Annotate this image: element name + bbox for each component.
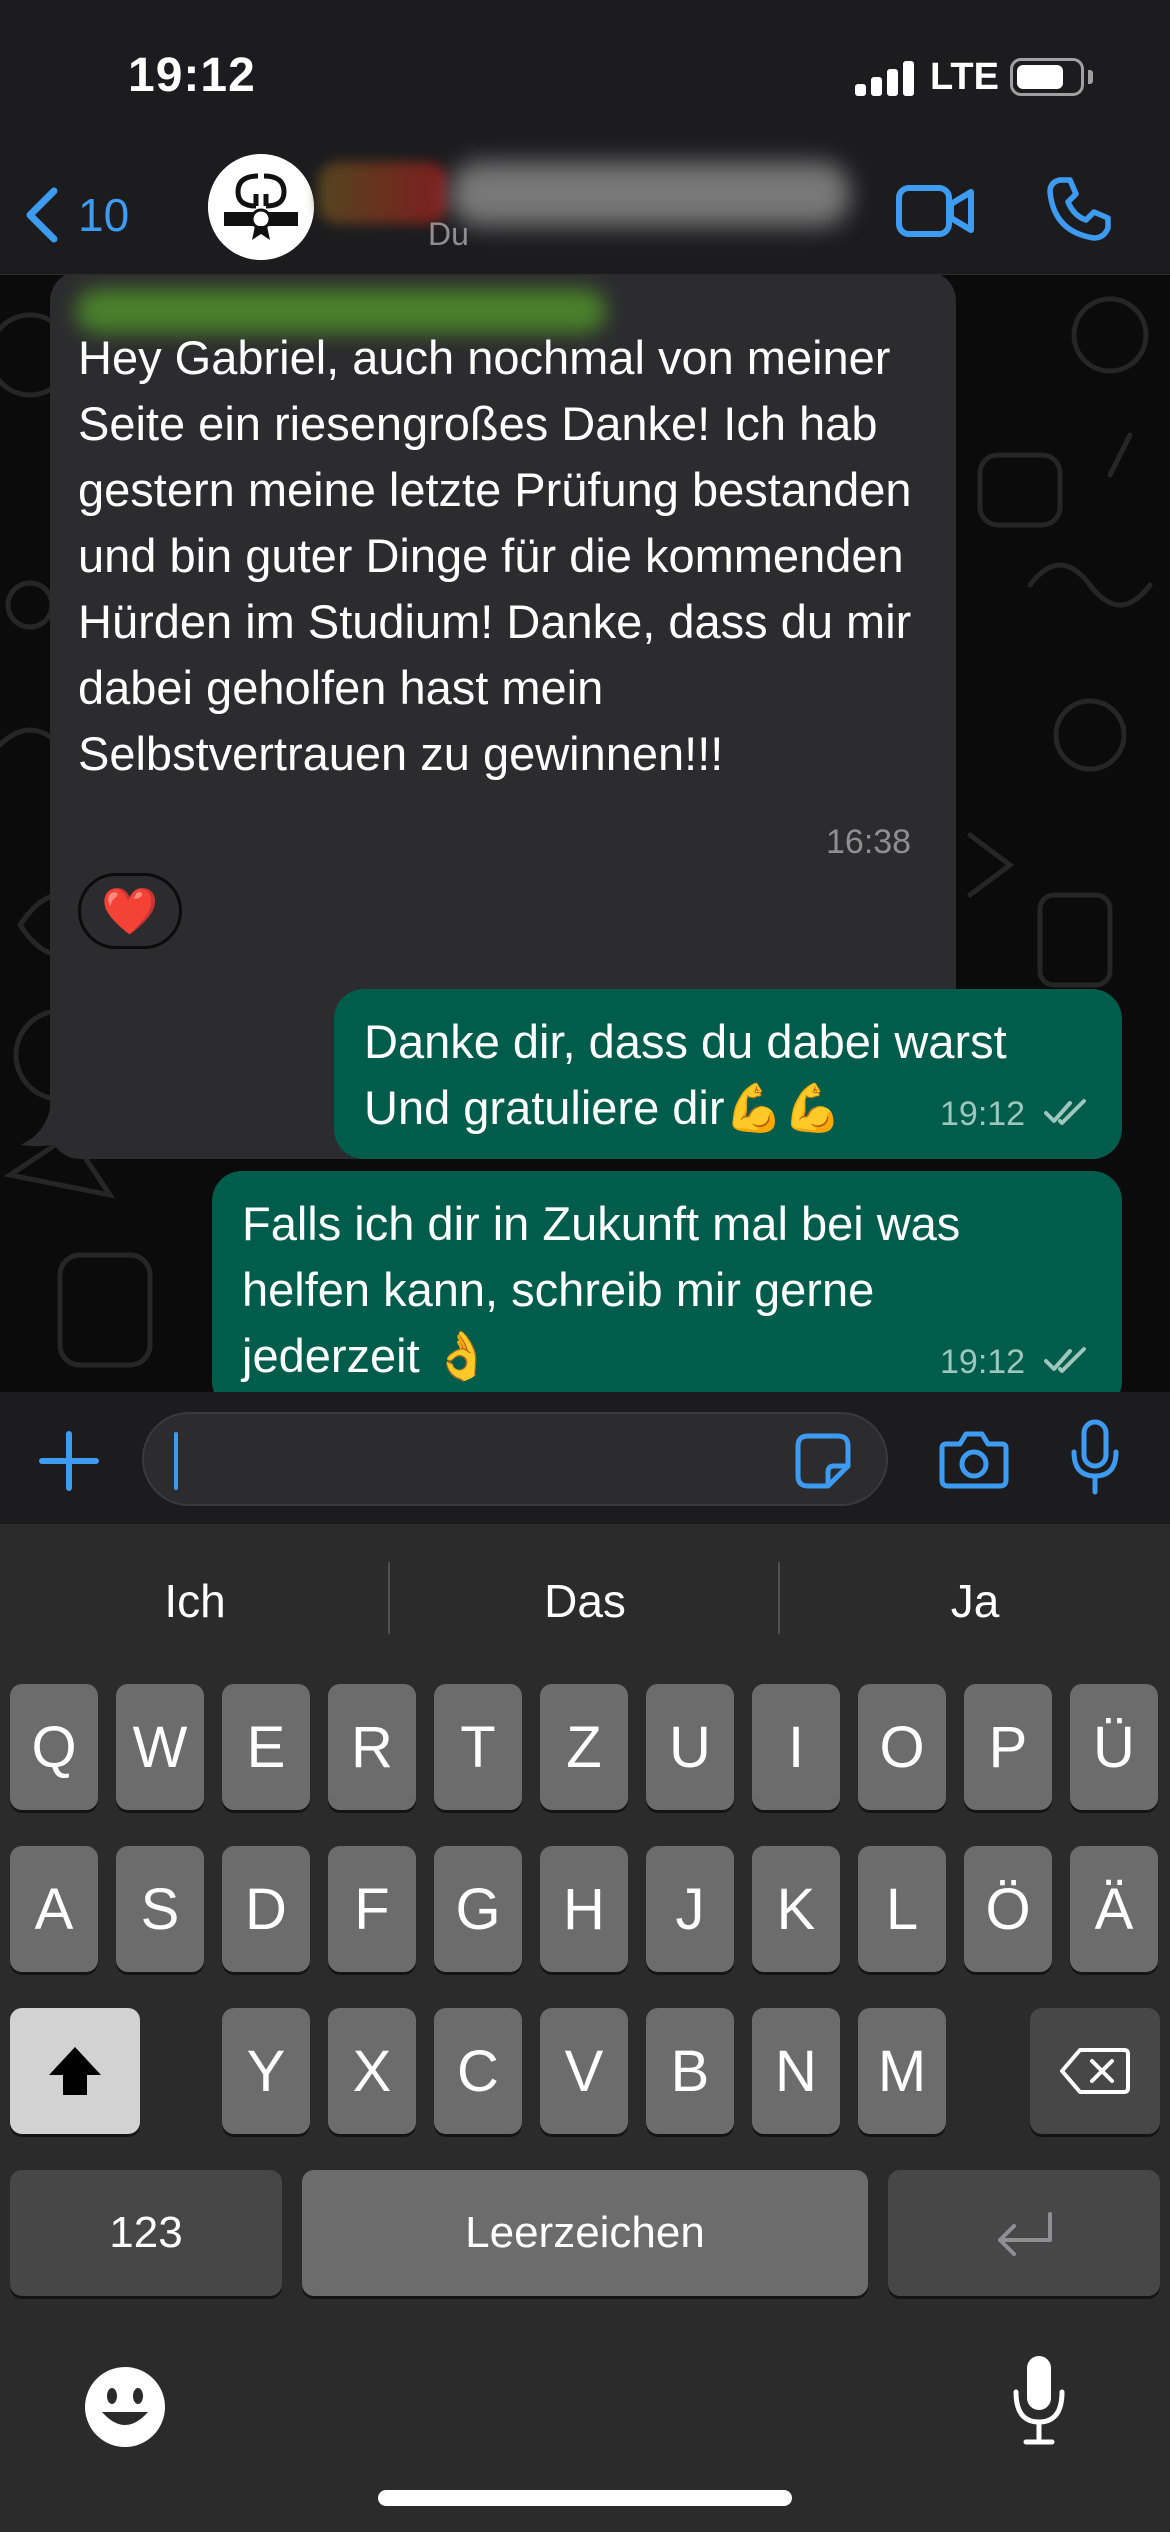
key[interactable]: P [964, 1684, 1052, 1810]
double-check-icon [1044, 1347, 1086, 1373]
redacted-emoji [318, 162, 448, 224]
outgoing-message-line: Und gratuliere dir💪💪 [364, 1081, 842, 1134]
backspace-icon [1060, 2048, 1130, 2094]
key[interactable]: Ü [1070, 1684, 1158, 1810]
key[interactable]: H [540, 1846, 628, 1972]
dictation-icon[interactable] [1010, 2352, 1068, 2448]
numbers-key[interactable]: 123 [10, 2170, 282, 2296]
key[interactable]: K [752, 1846, 840, 1972]
text-caret [174, 1432, 178, 1490]
plus-icon[interactable] [38, 1430, 100, 1492]
suggestion-item[interactable]: Das [390, 1574, 780, 1628]
shift-key[interactable] [10, 2008, 140, 2134]
outgoing-message-time: 19:12 [940, 1343, 1026, 1381]
emoji-icon[interactable] [82, 2364, 168, 2450]
key[interactable]: X [328, 2008, 416, 2134]
camera-icon[interactable] [938, 1428, 1010, 1490]
avatar-logo [208, 154, 314, 260]
avatar[interactable] [208, 154, 314, 260]
battery-icon [1010, 58, 1084, 96]
battery-cap [1088, 70, 1093, 84]
key[interactable]: C [434, 2008, 522, 2134]
key[interactable]: Z [540, 1684, 628, 1810]
return-key[interactable] [888, 2170, 1160, 2296]
key[interactable]: L [858, 1846, 946, 1972]
outgoing-message-line: jederzeit 👌 [242, 1329, 492, 1382]
key[interactable]: W [116, 1684, 204, 1810]
redacted-contact-name[interactable] [450, 162, 850, 226]
key[interactable]: R [328, 1684, 416, 1810]
keyboard: Ich Das Ja Q W E R T Z U I O P Ü A S D F… [0, 1524, 1170, 2532]
network-label: LTE [930, 56, 999, 98]
heart-reaction[interactable]: ❤️ [78, 873, 182, 949]
key[interactable]: G [434, 1846, 522, 1972]
chat-header: 10 Du [0, 150, 1170, 275]
space-key[interactable]: Leerzeichen [302, 2170, 868, 2296]
video-call-icon[interactable] [895, 180, 977, 242]
outgoing-message[interactable]: Danke dir, dass du dabei warst Und gratu… [334, 989, 1122, 1159]
key[interactable]: V [540, 2008, 628, 2134]
outgoing-message-line: Falls ich dir in Zukunft mal bei was [242, 1197, 961, 1250]
outgoing-message-text: Danke dir, dass du dabei warst Und gratu… [364, 1009, 1007, 1141]
signal-icon [855, 60, 915, 96]
key[interactable]: O [858, 1684, 946, 1810]
microphone-icon[interactable] [1066, 1418, 1124, 1498]
chevron-left-icon [26, 187, 58, 243]
incoming-message-text: Hey Gabriel, auch nochmal von meiner Sei… [78, 331, 912, 780]
key[interactable]: I [752, 1684, 840, 1810]
key[interactable]: N [752, 2008, 840, 2134]
suggestion-bar: Ich Das Ja [0, 1524, 1170, 1674]
suggestion-item[interactable]: Ja [780, 1574, 1170, 1628]
shift-icon [49, 2047, 101, 2095]
key[interactable]: A [10, 1846, 98, 1972]
chat-area[interactable]: Hey Gabriel, auch nochmal von meiner Sei… [0, 275, 1170, 1392]
message-input-bar [0, 1392, 1170, 1524]
incoming-message-time: 16:38 [826, 823, 912, 861]
status-time: 19:12 [128, 49, 256, 102]
sticker-icon[interactable] [794, 1432, 852, 1490]
key[interactable]: T [434, 1684, 522, 1810]
key[interactable]: Q [10, 1684, 98, 1810]
return-icon [998, 2212, 1052, 2256]
key[interactable]: B [646, 2008, 734, 2134]
key[interactable]: Y [222, 2008, 310, 2134]
key[interactable]: E [222, 1684, 310, 1810]
message-input[interactable] [142, 1412, 888, 1506]
backspace-key[interactable] [1030, 2008, 1160, 2134]
status-bar: 19:12 LTE [0, 0, 1170, 150]
outgoing-message-line: helfen kann, schreib mir gerne [242, 1263, 875, 1316]
key[interactable]: F [328, 1846, 416, 1972]
phone-icon[interactable] [1044, 174, 1114, 244]
header-subtitle: Du [428, 216, 469, 252]
key[interactable]: J [646, 1846, 734, 1972]
unread-count: 10 [78, 189, 130, 241]
outgoing-message-line: Danke dir, dass du dabei warst [364, 1015, 1007, 1068]
key[interactable]: Ö [964, 1846, 1052, 1972]
key[interactable]: S [116, 1846, 204, 1972]
outgoing-message[interactable]: Falls ich dir in Zukunft mal bei was hel… [212, 1171, 1122, 1392]
key[interactable]: Ä [1070, 1846, 1158, 1972]
outgoing-message-text: Falls ich dir in Zukunft mal bei was hel… [242, 1191, 960, 1389]
back-button[interactable]: 10 [22, 180, 129, 250]
key[interactable]: M [858, 2008, 946, 2134]
key[interactable]: D [222, 1846, 310, 1972]
key[interactable]: U [646, 1684, 734, 1810]
outgoing-message-time: 19:12 [940, 1095, 1026, 1133]
home-indicator[interactable] [378, 2490, 792, 2506]
suggestion-item[interactable]: Ich [0, 1574, 390, 1628]
double-check-icon [1044, 1099, 1086, 1125]
